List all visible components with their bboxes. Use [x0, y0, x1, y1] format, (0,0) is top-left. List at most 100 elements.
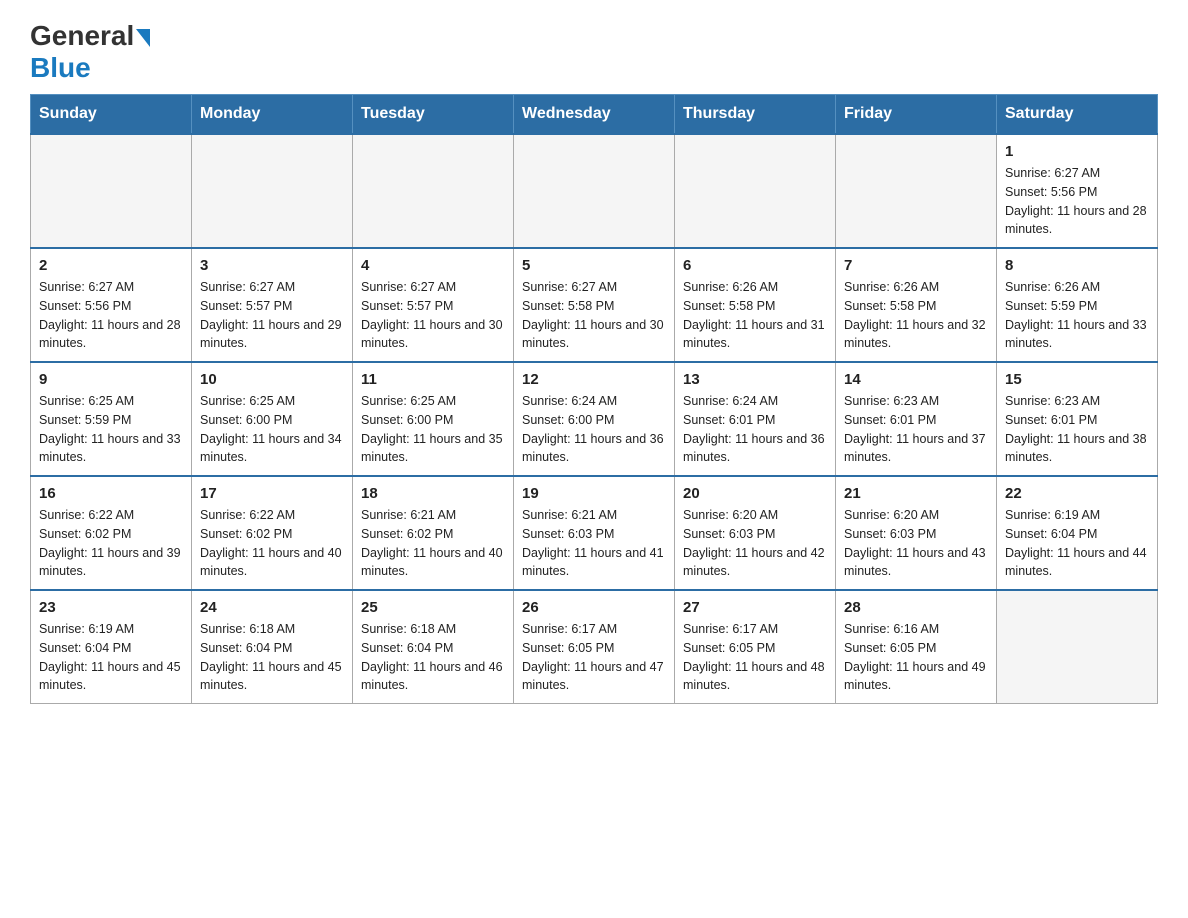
- calendar-cell: 7 Sunrise: 6:26 AMSunset: 5:58 PMDaylight…: [836, 248, 997, 362]
- col-header-saturday: Saturday: [997, 95, 1158, 135]
- calendar-week-row: 9 Sunrise: 6:25 AMSunset: 5:59 PMDaylight…: [31, 362, 1158, 476]
- calendar-week-row: 1 Sunrise: 6:27 AMSunset: 5:56 PMDaylight…: [31, 134, 1158, 248]
- calendar-cell: 8 Sunrise: 6:26 AMSunset: 5:59 PMDaylight…: [997, 248, 1158, 362]
- day-info: Sunrise: 6:22 AMSunset: 6:02 PMDaylight:…: [39, 506, 183, 581]
- day-info: Sunrise: 6:24 AMSunset: 6:00 PMDaylight:…: [522, 392, 666, 467]
- calendar-cell: 18 Sunrise: 6:21 AMSunset: 6:02 PMDayligh…: [353, 476, 514, 590]
- day-info: Sunrise: 6:26 AMSunset: 5:58 PMDaylight:…: [683, 278, 827, 353]
- calendar-cell: 10 Sunrise: 6:25 AMSunset: 6:00 PMDayligh…: [192, 362, 353, 476]
- calendar-cell: [997, 590, 1158, 704]
- day-number: 12: [522, 371, 666, 388]
- calendar-cell: 17 Sunrise: 6:22 AMSunset: 6:02 PMDayligh…: [192, 476, 353, 590]
- day-info: Sunrise: 6:27 AMSunset: 5:56 PMDaylight:…: [1005, 164, 1149, 239]
- day-info: Sunrise: 6:27 AMSunset: 5:56 PMDaylight:…: [39, 278, 183, 353]
- calendar-cell: [353, 134, 514, 248]
- calendar-cell: 2Sunrise: 6:27 AMSunset: 5:56 PMDaylight…: [31, 248, 192, 362]
- day-number: 8: [1005, 257, 1149, 274]
- day-number: 11: [361, 371, 505, 388]
- day-number: 23: [39, 599, 183, 616]
- day-number: 13: [683, 371, 827, 388]
- calendar-cell: 4 Sunrise: 6:27 AMSunset: 5:57 PMDaylight…: [353, 248, 514, 362]
- day-info: Sunrise: 6:19 AMSunset: 6:04 PMDaylight:…: [1005, 506, 1149, 581]
- day-info: Sunrise: 6:25 AMSunset: 6:00 PMDaylight:…: [361, 392, 505, 467]
- calendar-table: SundayMondayTuesdayWednesdayThursdayFrid…: [30, 94, 1158, 704]
- day-number: 18: [361, 485, 505, 502]
- col-header-wednesday: Wednesday: [514, 95, 675, 135]
- calendar-cell: 22Sunrise: 6:19 AMSunset: 6:04 PMDayligh…: [997, 476, 1158, 590]
- day-info: Sunrise: 6:27 AMSunset: 5:57 PMDaylight:…: [200, 278, 344, 353]
- calendar-cell: [836, 134, 997, 248]
- calendar-cell: 5 Sunrise: 6:27 AMSunset: 5:58 PMDaylight…: [514, 248, 675, 362]
- calendar-cell: 12 Sunrise: 6:24 AMSunset: 6:00 PMDayligh…: [514, 362, 675, 476]
- col-header-sunday: Sunday: [31, 95, 192, 135]
- day-number: 1: [1005, 143, 1149, 160]
- day-number: 16: [39, 485, 183, 502]
- day-info: Sunrise: 6:25 AMSunset: 5:59 PMDaylight:…: [39, 392, 183, 467]
- day-number: 17: [200, 485, 344, 502]
- calendar-week-row: 16 Sunrise: 6:22 AMSunset: 6:02 PMDayligh…: [31, 476, 1158, 590]
- day-info: Sunrise: 6:17 AMSunset: 6:05 PMDaylight:…: [522, 620, 666, 695]
- day-number: 10: [200, 371, 344, 388]
- calendar-cell: 13 Sunrise: 6:24 AMSunset: 6:01 PMDayligh…: [675, 362, 836, 476]
- calendar-week-row: 23 Sunrise: 6:19 AMSunset: 6:04 PMDayligh…: [31, 590, 1158, 704]
- day-info: Sunrise: 6:18 AMSunset: 6:04 PMDaylight:…: [361, 620, 505, 695]
- page-header: General Blue: [30, 20, 1158, 84]
- logo-blue-text: Blue: [30, 52, 91, 83]
- day-info: Sunrise: 6:21 AMSunset: 6:03 PMDaylight:…: [522, 506, 666, 581]
- day-info: Sunrise: 6:17 AMSunset: 6:05 PMDaylight:…: [683, 620, 827, 695]
- day-number: 19: [522, 485, 666, 502]
- calendar-cell: 11 Sunrise: 6:25 AMSunset: 6:00 PMDayligh…: [353, 362, 514, 476]
- day-number: 14: [844, 371, 988, 388]
- calendar-cell: 24 Sunrise: 6:18 AMSunset: 6:04 PMDayligh…: [192, 590, 353, 704]
- day-number: 7: [844, 257, 988, 274]
- calendar-cell: [31, 134, 192, 248]
- calendar-cell: [514, 134, 675, 248]
- day-info: Sunrise: 6:16 AMSunset: 6:05 PMDaylight:…: [844, 620, 988, 695]
- day-number: 20: [683, 485, 827, 502]
- day-number: 4: [361, 257, 505, 274]
- calendar-cell: 20 Sunrise: 6:20 AMSunset: 6:03 PMDayligh…: [675, 476, 836, 590]
- calendar-cell: 25 Sunrise: 6:18 AMSunset: 6:04 PMDayligh…: [353, 590, 514, 704]
- calendar-cell: 28 Sunrise: 6:16 AMSunset: 6:05 PMDayligh…: [836, 590, 997, 704]
- calendar-header-row: SundayMondayTuesdayWednesdayThursdayFrid…: [31, 95, 1158, 135]
- col-header-thursday: Thursday: [675, 95, 836, 135]
- logo-arrow-icon: [136, 29, 150, 47]
- calendar-cell: 15Sunrise: 6:23 AMSunset: 6:01 PMDayligh…: [997, 362, 1158, 476]
- day-number: 5: [522, 257, 666, 274]
- day-info: Sunrise: 6:26 AMSunset: 5:59 PMDaylight:…: [1005, 278, 1149, 353]
- day-info: Sunrise: 6:18 AMSunset: 6:04 PMDaylight:…: [200, 620, 344, 695]
- calendar-cell: 26 Sunrise: 6:17 AMSunset: 6:05 PMDayligh…: [514, 590, 675, 704]
- day-number: 27: [683, 599, 827, 616]
- col-header-tuesday: Tuesday: [353, 95, 514, 135]
- day-number: 3: [200, 257, 344, 274]
- calendar-cell: 3 Sunrise: 6:27 AMSunset: 5:57 PMDaylight…: [192, 248, 353, 362]
- day-info: Sunrise: 6:20 AMSunset: 6:03 PMDaylight:…: [683, 506, 827, 581]
- day-info: Sunrise: 6:20 AMSunset: 6:03 PMDaylight:…: [844, 506, 988, 581]
- day-number: 21: [844, 485, 988, 502]
- calendar-cell: 21 Sunrise: 6:20 AMSunset: 6:03 PMDayligh…: [836, 476, 997, 590]
- col-header-friday: Friday: [836, 95, 997, 135]
- calendar-cell: 23 Sunrise: 6:19 AMSunset: 6:04 PMDayligh…: [31, 590, 192, 704]
- day-info: Sunrise: 6:26 AMSunset: 5:58 PMDaylight:…: [844, 278, 988, 353]
- day-number: 28: [844, 599, 988, 616]
- calendar-cell: 9 Sunrise: 6:25 AMSunset: 5:59 PMDaylight…: [31, 362, 192, 476]
- day-info: Sunrise: 6:22 AMSunset: 6:02 PMDaylight:…: [200, 506, 344, 581]
- day-info: Sunrise: 6:27 AMSunset: 5:57 PMDaylight:…: [361, 278, 505, 353]
- calendar-week-row: 2Sunrise: 6:27 AMSunset: 5:56 PMDaylight…: [31, 248, 1158, 362]
- day-number: 26: [522, 599, 666, 616]
- col-header-monday: Monday: [192, 95, 353, 135]
- day-info: Sunrise: 6:19 AMSunset: 6:04 PMDaylight:…: [39, 620, 183, 695]
- calendar-cell: 19 Sunrise: 6:21 AMSunset: 6:03 PMDayligh…: [514, 476, 675, 590]
- day-number: 9: [39, 371, 183, 388]
- day-number: 25: [361, 599, 505, 616]
- calendar-cell: [192, 134, 353, 248]
- calendar-cell: 14 Sunrise: 6:23 AMSunset: 6:01 PMDayligh…: [836, 362, 997, 476]
- day-info: Sunrise: 6:23 AMSunset: 6:01 PMDaylight:…: [844, 392, 988, 467]
- day-info: Sunrise: 6:24 AMSunset: 6:01 PMDaylight:…: [683, 392, 827, 467]
- calendar-cell: 6Sunrise: 6:26 AMSunset: 5:58 PMDaylight…: [675, 248, 836, 362]
- day-info: Sunrise: 6:21 AMSunset: 6:02 PMDaylight:…: [361, 506, 505, 581]
- day-number: 24: [200, 599, 344, 616]
- day-info: Sunrise: 6:27 AMSunset: 5:58 PMDaylight:…: [522, 278, 666, 353]
- day-number: 15: [1005, 371, 1149, 388]
- day-info: Sunrise: 6:25 AMSunset: 6:00 PMDaylight:…: [200, 392, 344, 467]
